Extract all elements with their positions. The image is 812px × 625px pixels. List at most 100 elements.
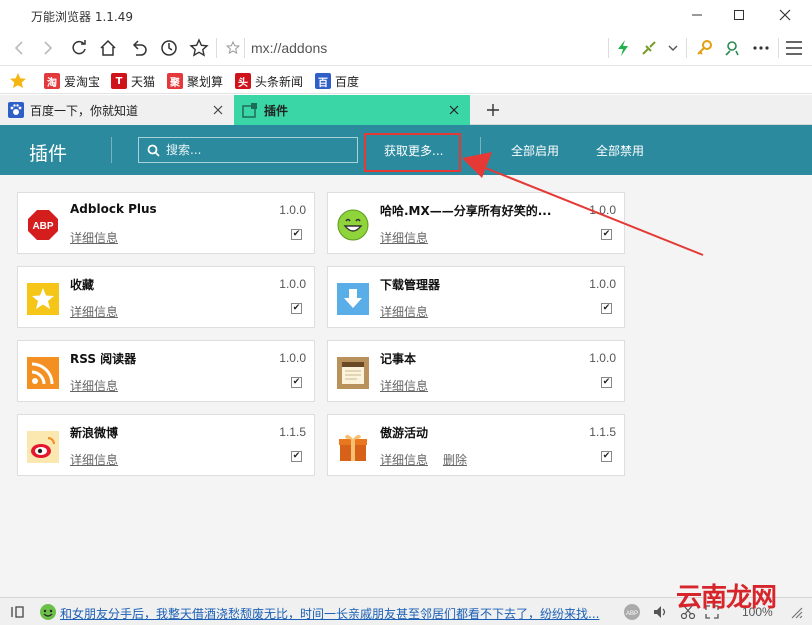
addon-version: 1.0.0 bbox=[279, 351, 306, 365]
enable-all-button[interactable]: 全部启用 bbox=[511, 142, 559, 159]
enable-checkbox[interactable]: ✔ bbox=[291, 377, 302, 388]
details-link[interactable]: 详细信息 bbox=[70, 377, 118, 394]
details-link[interactable]: 详细信息 bbox=[380, 229, 428, 246]
details-link[interactable]: 详细信息 bbox=[70, 229, 118, 246]
smiley-icon bbox=[337, 209, 369, 241]
disable-all-button[interactable]: 全部禁用 bbox=[596, 142, 644, 159]
addon-card: 记事本 1.0.0 详细信息 ✔ bbox=[327, 340, 625, 402]
plugin-tab-icon bbox=[242, 103, 257, 118]
back-arrow-icon bbox=[14, 41, 23, 55]
addon-version: 1.0.0 bbox=[279, 277, 306, 291]
bookmark-item[interactable]: 淘 爱淘宝 bbox=[44, 71, 100, 91]
addon-card: 下载管理器 1.0.0 详细信息 ✔ bbox=[327, 266, 625, 328]
extension-button[interactable] bbox=[637, 36, 661, 60]
news-icon-button bbox=[36, 600, 60, 624]
details-link[interactable]: 详细信息 bbox=[380, 377, 428, 394]
header-divider bbox=[480, 137, 481, 163]
search-icon bbox=[147, 144, 160, 157]
plug-icon bbox=[642, 41, 656, 55]
main-menu-button[interactable] bbox=[782, 36, 806, 60]
volume-button[interactable] bbox=[648, 600, 672, 624]
close-icon bbox=[213, 105, 223, 115]
news-face-icon bbox=[40, 604, 56, 620]
addon-card: 傲游活动 1.1.5 详细信息 删除 ✔ bbox=[327, 414, 625, 476]
bookmarks-star-button[interactable] bbox=[9, 71, 27, 91]
close-window-button[interactable] bbox=[762, 0, 808, 30]
star-icon bbox=[27, 283, 59, 315]
dropdown-button[interactable] bbox=[661, 36, 685, 60]
divider bbox=[686, 38, 687, 58]
enable-checkbox[interactable]: ✔ bbox=[601, 377, 612, 388]
notepad-icon bbox=[337, 357, 369, 389]
divider bbox=[778, 38, 779, 58]
enable-checkbox[interactable]: ✔ bbox=[291, 229, 302, 240]
search-input[interactable] bbox=[166, 143, 346, 157]
enable-checkbox[interactable]: ✔ bbox=[291, 451, 302, 462]
account-button[interactable] bbox=[720, 36, 744, 60]
tab-baidu[interactable]: 百度一下，你就知道 bbox=[0, 95, 234, 125]
favorites-star-icon bbox=[10, 73, 26, 88]
back-button[interactable] bbox=[7, 36, 31, 60]
minimize-icon bbox=[692, 14, 702, 16]
adblock-logo-text: ABP bbox=[32, 221, 53, 232]
enable-checkbox[interactable]: ✔ bbox=[601, 229, 612, 240]
search-box[interactable] bbox=[138, 137, 358, 163]
details-link[interactable]: 详细信息 bbox=[70, 451, 118, 468]
resize-grip-icon bbox=[791, 607, 803, 619]
bookmark-page-button[interactable] bbox=[221, 36, 245, 60]
minimize-button[interactable] bbox=[674, 0, 720, 30]
sidebar-toggle-button[interactable] bbox=[6, 600, 30, 624]
remove-link[interactable]: 删除 bbox=[443, 451, 467, 468]
reload-button[interactable] bbox=[67, 36, 91, 60]
addon-card: 收藏 1.0.0 详细信息 ✔ bbox=[17, 266, 315, 328]
enable-checkbox[interactable]: ✔ bbox=[601, 303, 612, 314]
bookmark-item[interactable]: 百 百度 bbox=[315, 71, 359, 91]
addon-card: 哈哈.MX——分享所有好笑的... 1.0.0 详细信息 ✔ bbox=[327, 192, 625, 254]
star-small-icon bbox=[226, 41, 240, 55]
news-ticker[interactable]: 和女朋友分手后，我整天借酒浇愁颓废无比，时间一长亲戚朋友甚至邻居们都看不下去了，… bbox=[60, 605, 599, 622]
tab-label: 插件 bbox=[264, 103, 289, 118]
tab-close-button[interactable] bbox=[210, 102, 226, 118]
title-bar: 万能浏览器 1.1.49 bbox=[0, 0, 812, 30]
more-button[interactable] bbox=[749, 36, 773, 60]
forward-button[interactable] bbox=[36, 36, 60, 60]
addon-version: 1.0.0 bbox=[589, 203, 616, 217]
speed-mode-button[interactable] bbox=[611, 36, 635, 60]
key-icon bbox=[697, 40, 712, 55]
tab-strip: 百度一下，你就知道 插件 bbox=[0, 95, 812, 125]
details-link[interactable]: 详细信息 bbox=[380, 303, 428, 320]
lightning-icon bbox=[618, 40, 628, 56]
enable-checkbox[interactable]: ✔ bbox=[601, 451, 612, 462]
maximize-button[interactable] bbox=[716, 0, 762, 30]
more-dots-icon bbox=[753, 46, 769, 50]
header-divider bbox=[111, 137, 112, 163]
bookmark-label: 百度 bbox=[335, 74, 360, 89]
star-outline-icon bbox=[189, 38, 209, 57]
bookmark-item[interactable]: T 天猫 bbox=[111, 71, 155, 91]
favorites-button[interactable] bbox=[187, 36, 211, 60]
divider bbox=[608, 38, 609, 58]
undo-close-tab-button[interactable] bbox=[127, 36, 151, 60]
adblock-status-button[interactable]: ABP bbox=[620, 600, 644, 624]
rss-icon bbox=[27, 357, 59, 389]
home-icon bbox=[100, 39, 116, 56]
resize-grip[interactable] bbox=[784, 600, 808, 624]
enable-checkbox[interactable]: ✔ bbox=[291, 303, 302, 314]
password-manager-button[interactable] bbox=[692, 36, 716, 60]
close-icon bbox=[779, 9, 791, 21]
details-link[interactable]: 详细信息 bbox=[380, 451, 428, 468]
forward-arrow-icon bbox=[44, 41, 53, 55]
history-button[interactable] bbox=[157, 36, 181, 60]
undo-icon bbox=[132, 40, 147, 56]
address-bar[interactable]: mx://addons bbox=[251, 40, 327, 56]
addon-name: 记事本 bbox=[380, 352, 417, 366]
watermark-logo: 云南龙网 bbox=[676, 583, 777, 613]
home-button[interactable] bbox=[96, 36, 120, 60]
new-tab-button[interactable] bbox=[480, 95, 506, 125]
bookmark-item[interactable]: 头 头条新闻 bbox=[235, 71, 303, 91]
tab-addons[interactable]: 插件 bbox=[234, 95, 470, 125]
bookmark-item[interactable]: 聚 聚划算 bbox=[167, 71, 223, 91]
details-link[interactable]: 详细信息 bbox=[70, 303, 118, 320]
tab-close-button[interactable] bbox=[446, 102, 462, 118]
addon-version: 1.1.5 bbox=[279, 425, 306, 439]
